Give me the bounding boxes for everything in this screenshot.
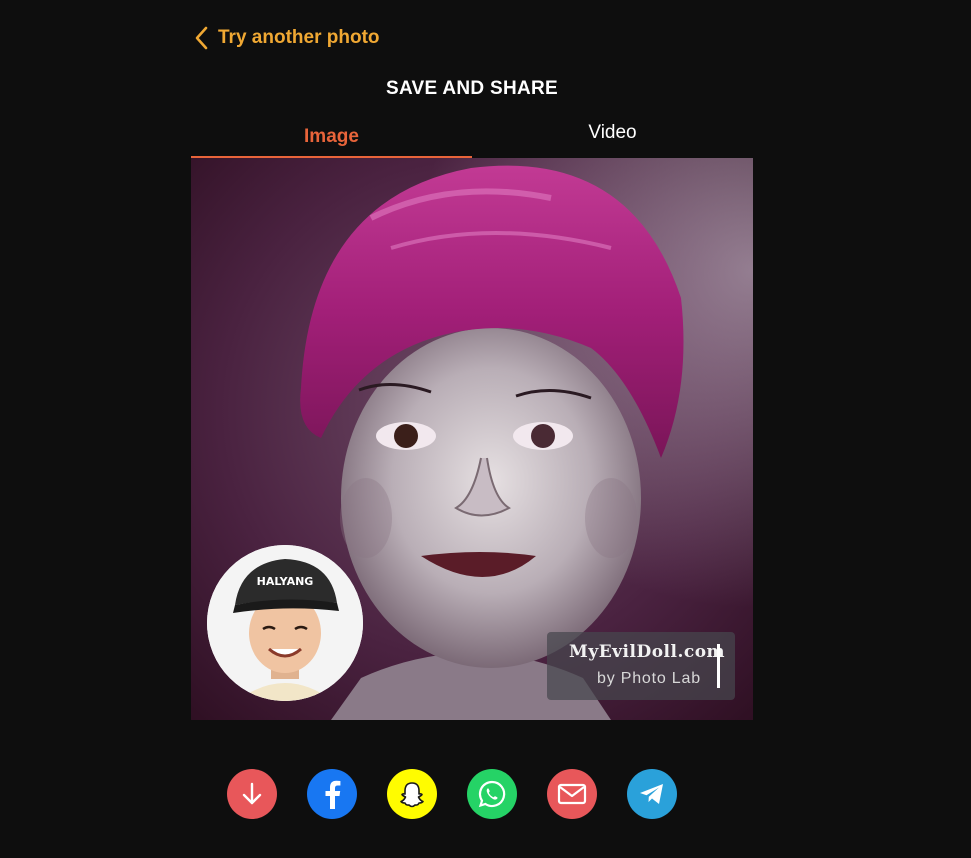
tab-image[interactable]: Image <box>191 118 472 158</box>
share-bar <box>227 769 677 819</box>
whatsapp-icon <box>478 780 506 808</box>
download-icon <box>242 782 262 805</box>
watermark: MyEvilDoll.com by Photo Lab <box>547 632 735 700</box>
page-title: SAVE AND SHARE <box>385 78 559 99</box>
watermark-divider <box>717 644 720 688</box>
share-facebook-button[interactable] <box>307 769 357 819</box>
snapchat-icon <box>400 782 424 808</box>
share-snapchat-button[interactable] <box>387 769 437 819</box>
share-telegram-button[interactable] <box>627 769 677 819</box>
tab-video[interactable]: Video <box>472 118 753 158</box>
facebook-icon <box>325 780 341 809</box>
chevron-left-icon <box>194 26 208 50</box>
email-icon <box>557 783 587 805</box>
share-email-button[interactable] <box>547 769 597 819</box>
page: Try another photo SAVE AND SHARE Image V… <box>0 0 971 858</box>
download-button[interactable] <box>227 769 277 819</box>
watermark-sub: by Photo Lab <box>597 670 701 687</box>
share-whatsapp-button[interactable] <box>467 769 517 819</box>
back-label: Try another photo <box>218 27 380 48</box>
original-photo-avatar: HALYANG <box>207 545 363 701</box>
watermark-brand: MyEvilDoll.com <box>569 642 726 662</box>
result-image: HALYANG MyEvilDoll.com by Photo Lab <box>191 158 753 720</box>
svg-text:HALYANG: HALYANG <box>257 575 314 588</box>
try-another-photo-link[interactable]: Try another photo <box>194 25 380 51</box>
telegram-icon <box>640 784 663 804</box>
tab-bar: Image Video <box>191 118 753 158</box>
